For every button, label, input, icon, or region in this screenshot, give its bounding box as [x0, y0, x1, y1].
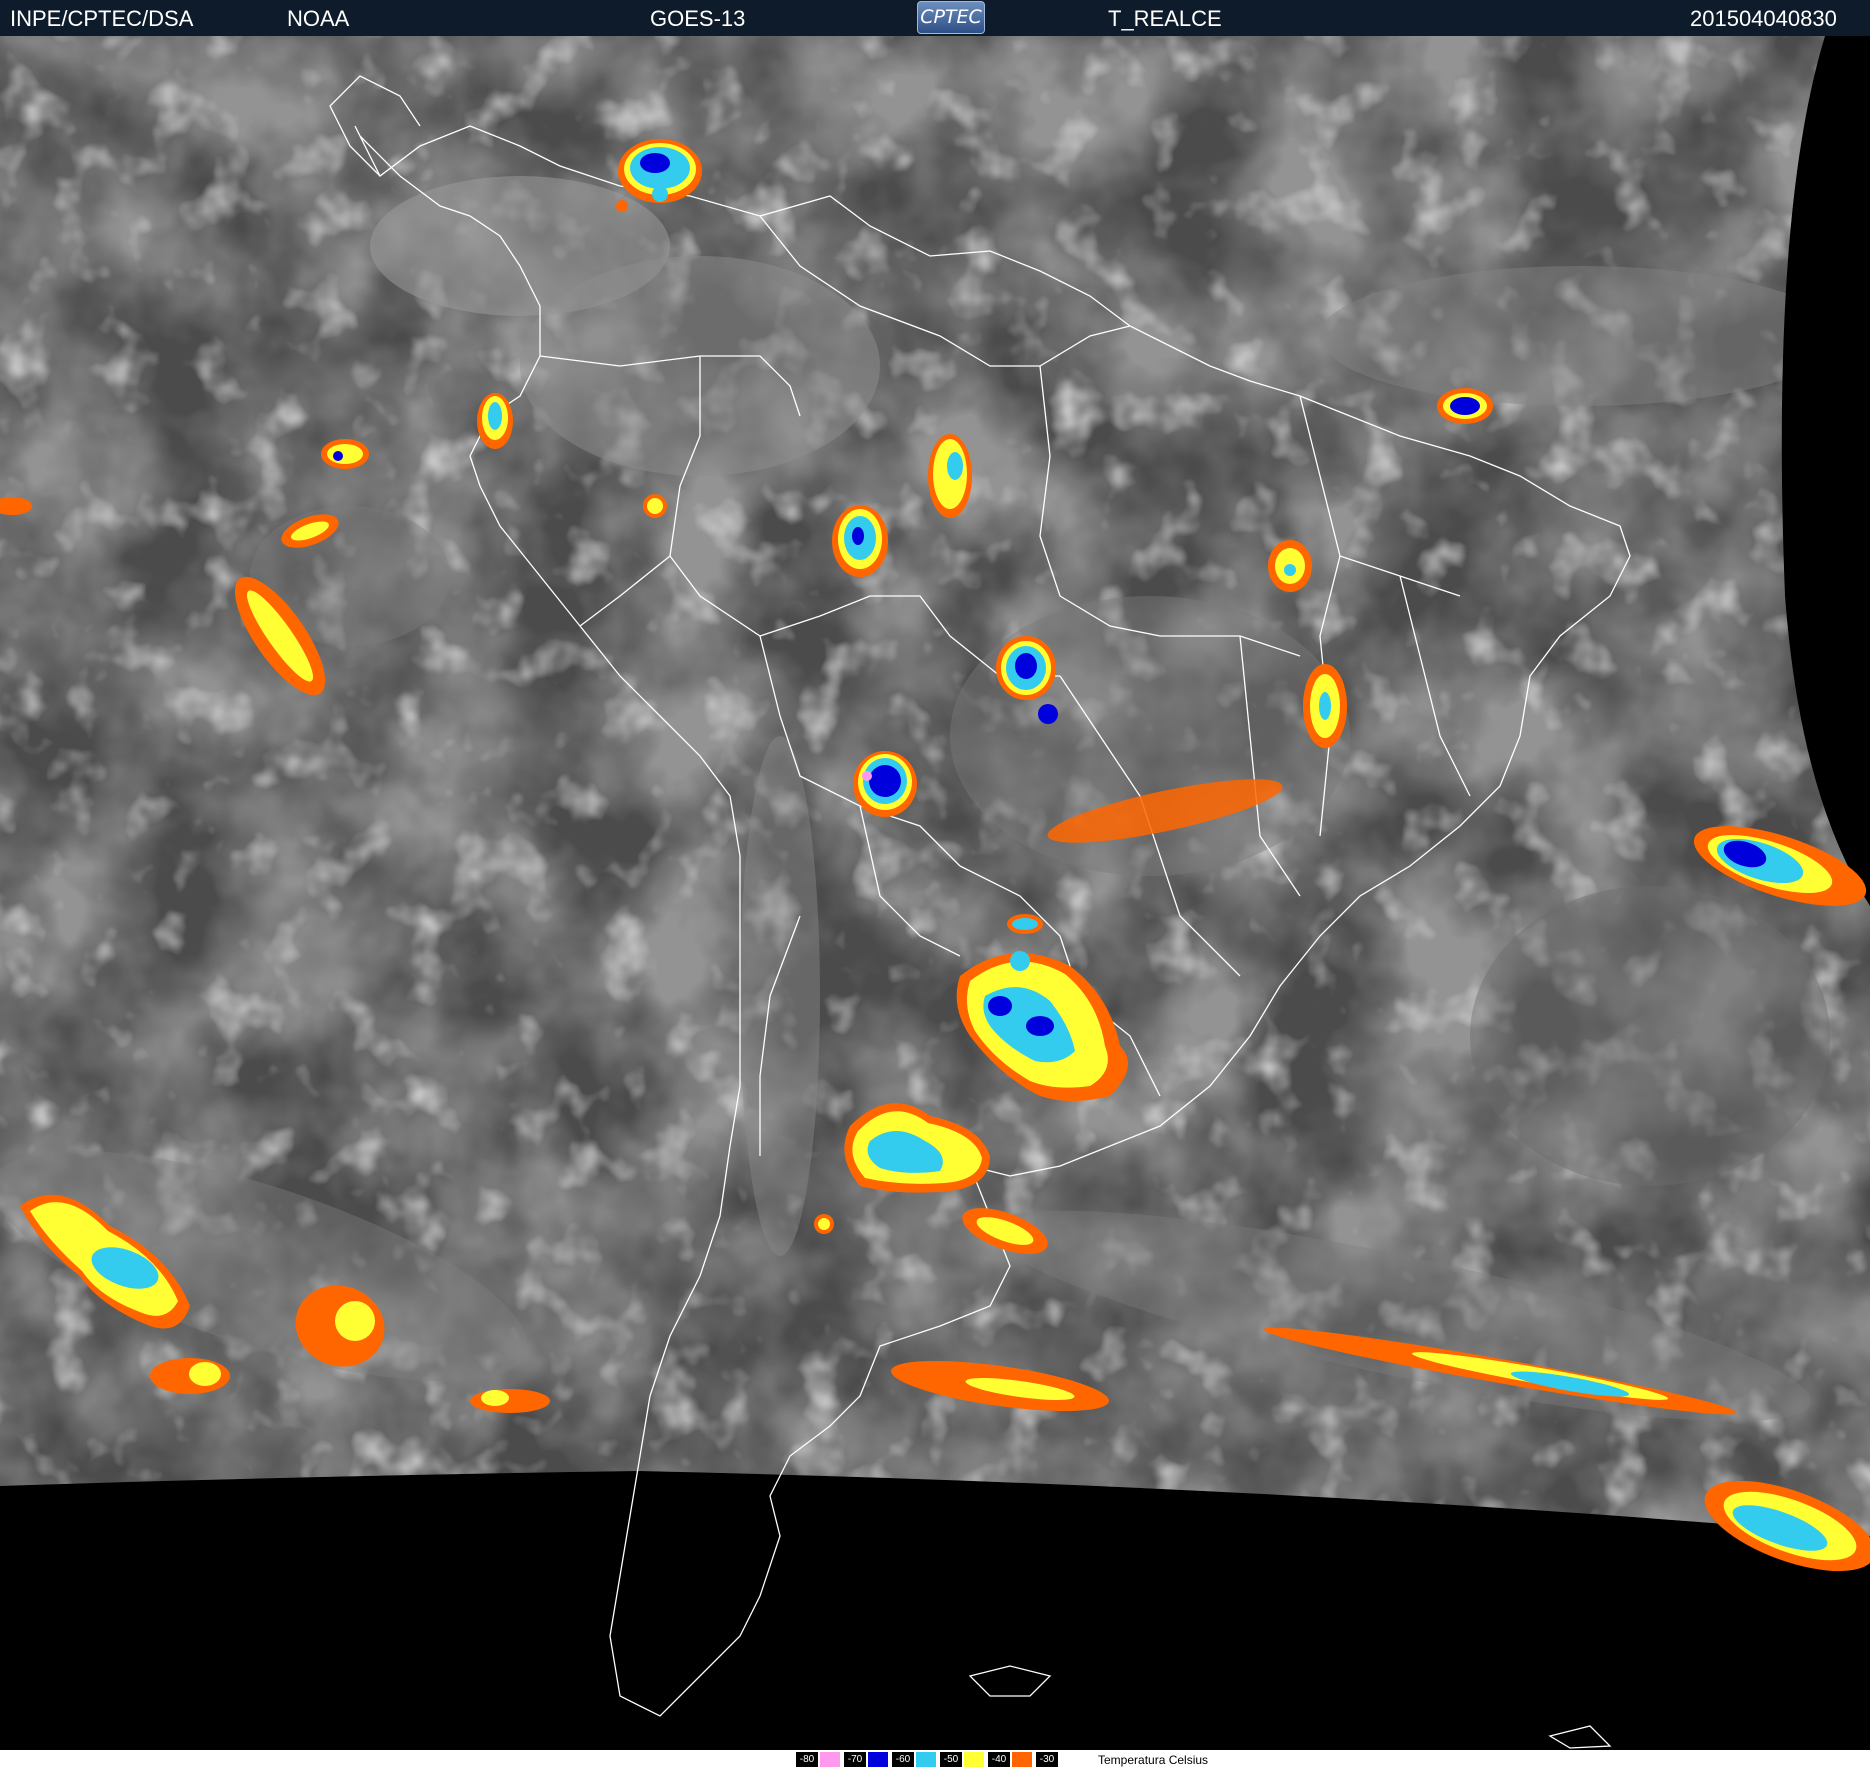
legend-swatch-1 [820, 1752, 840, 1767]
legend-label-3: -60 [892, 1752, 914, 1767]
legend-label-6: -30 [1036, 1752, 1058, 1767]
satellite-image[interactable] [0, 36, 1870, 1750]
timestamp-label: 201504040830 [1690, 6, 1837, 31]
legend-swatch-4 [964, 1752, 984, 1767]
agency-label: NOAA [287, 6, 350, 31]
header-bar: INPE/CPTEC/DSA NOAA GOES-13 CPTEC T_REAL… [0, 0, 1870, 36]
institution-label: INPE/CPTEC/DSA [10, 6, 194, 31]
product-label: T_REALCE [1108, 6, 1222, 31]
satellite-label: GOES-13 [650, 6, 746, 31]
legend-label-4: -50 [940, 1752, 962, 1767]
legend-label-5: -40 [988, 1752, 1010, 1767]
logo-text: CPTEC [920, 6, 982, 28]
temperature-legend: -80 -70 -60 -50 -40 -30 Temperatura Cels… [0, 1750, 1870, 1770]
legend-swatch-5 [1012, 1752, 1032, 1767]
legend-swatch-3 [916, 1752, 936, 1767]
legend-title: Temperatura Celsius [1098, 1753, 1209, 1767]
legend-label-1: -80 [796, 1752, 818, 1767]
legend-label-2: -70 [844, 1752, 866, 1767]
satellite-map [0, 36, 1870, 1750]
legend-swatch-2 [868, 1752, 888, 1767]
cptec-logo: CPTEC [917, 1, 985, 34]
